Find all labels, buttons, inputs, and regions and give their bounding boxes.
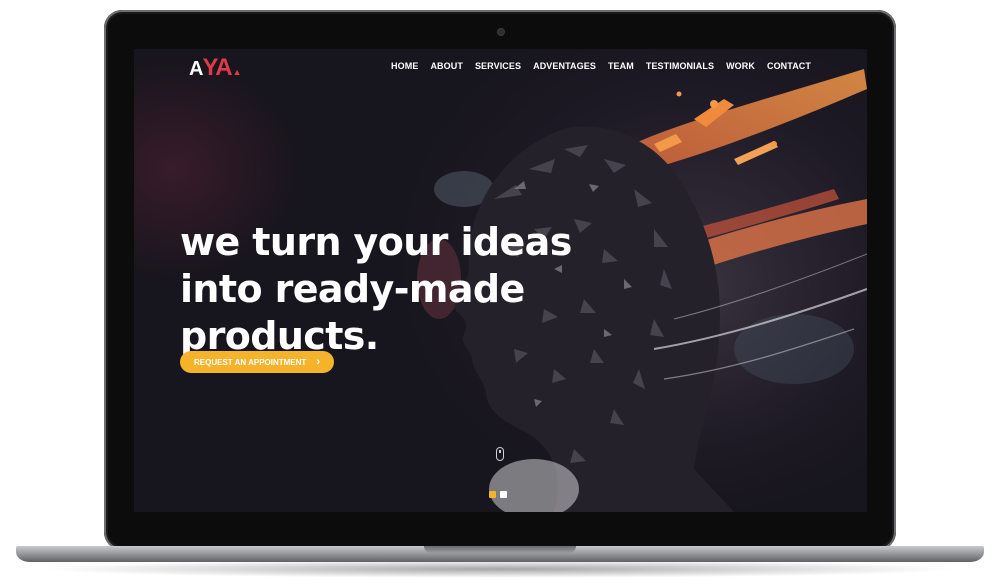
nav-item-testimonials[interactable]: TESTIMONIALS bbox=[640, 59, 720, 73]
chevron-right-icon: › bbox=[316, 356, 320, 368]
scroll-mouse-icon[interactable] bbox=[496, 447, 504, 461]
nav-item-work[interactable]: WORK bbox=[720, 59, 761, 73]
nav-item-services[interactable]: SERVICES bbox=[469, 59, 527, 73]
website-screen: A YA ▲ HOME ABOUT SERVICES ADVENTAGES TE… bbox=[134, 49, 867, 512]
cta-label: REQUEST AN APPOINTMENT bbox=[194, 357, 307, 367]
logo-letters-ya: YA bbox=[202, 54, 232, 81]
main-nav: HOME ABOUT SERVICES ADVENTAGES TEAM TEST… bbox=[385, 59, 817, 73]
headline-line-2: into ready-made bbox=[180, 267, 525, 312]
laptop-shadow bbox=[40, 560, 960, 578]
laptop-notch bbox=[424, 546, 576, 553]
slider-dot-2[interactable] bbox=[500, 491, 507, 498]
nav-item-about[interactable]: ABOUT bbox=[424, 59, 469, 73]
request-appointment-button[interactable]: REQUEST AN APPOINTMENT › bbox=[180, 351, 334, 373]
site-logo[interactable]: A YA ▲ bbox=[189, 54, 242, 84]
nav-item-team[interactable]: TEAM bbox=[602, 59, 640, 73]
nav-item-adventages[interactable]: ADVENTAGES bbox=[527, 59, 602, 73]
hero-headline: we turn your ideas into ready-made produ… bbox=[180, 219, 580, 360]
nav-item-home[interactable]: HOME bbox=[385, 59, 424, 73]
webcam bbox=[498, 29, 504, 35]
logo-letter-a: A bbox=[189, 58, 203, 80]
nav-item-contact[interactable]: CONTACT bbox=[761, 59, 817, 73]
slider-dot-1[interactable] bbox=[489, 491, 496, 498]
logo-mark-icon: ▲ bbox=[232, 67, 242, 77]
headline-line-1: we turn your ideas bbox=[180, 220, 572, 265]
slider-pagination bbox=[489, 491, 507, 498]
